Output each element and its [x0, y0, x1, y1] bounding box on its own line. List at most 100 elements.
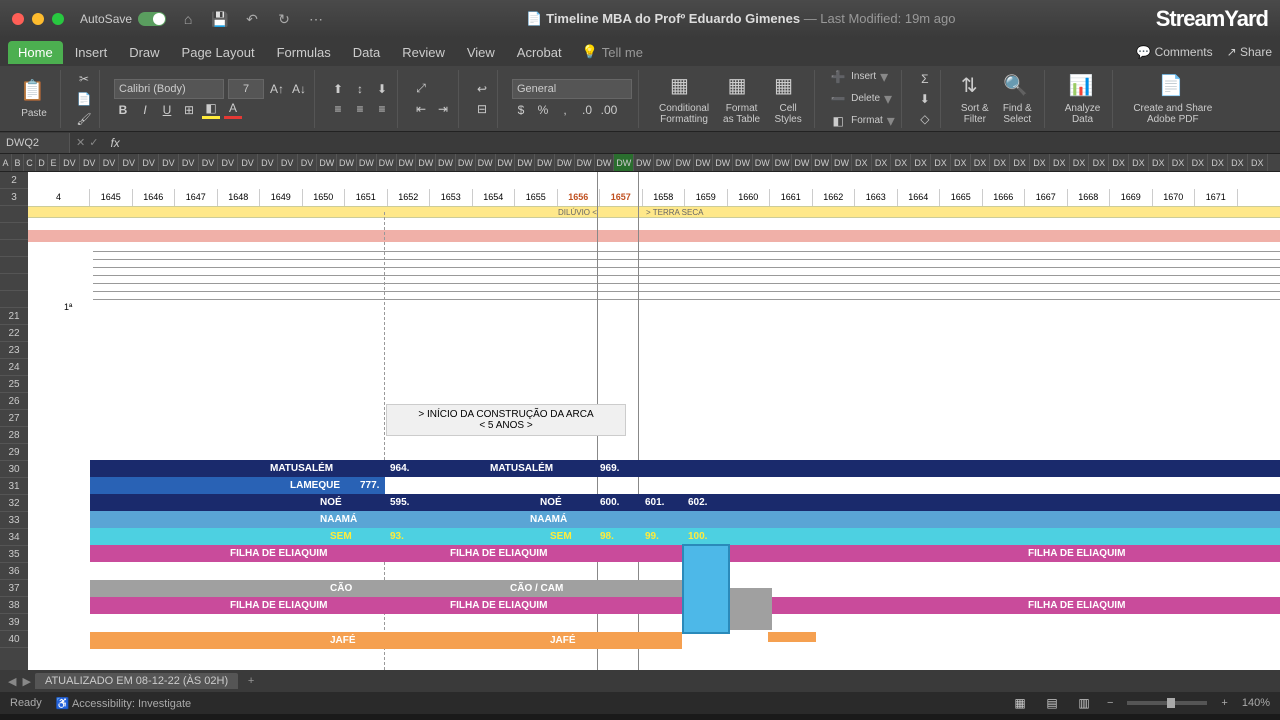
sheet-tab[interactable]: ATUALIZADO EM 08-12-22 (ÀS 02H) [35, 673, 238, 689]
tab-insert[interactable]: Insert [65, 41, 118, 64]
currency-icon[interactable]: $ [512, 101, 530, 119]
autosum-icon[interactable]: Σ [916, 70, 934, 88]
fill-icon[interactable]: ⬇ [916, 90, 934, 108]
cut-icon[interactable]: ✂ [75, 70, 93, 88]
merge-icon[interactable]: ⊟ [473, 100, 491, 118]
create-pdf[interactable]: 📄 Create and Share Adobe PDF [1127, 71, 1218, 127]
zoom-slider[interactable] [1127, 701, 1207, 705]
tab-data[interactable]: Data [343, 41, 390, 64]
sem-val3: 99. [645, 531, 659, 542]
accept-formula-icon[interactable]: ✓ [89, 136, 98, 149]
tab-draw[interactable]: Draw [119, 41, 169, 64]
insert-icon: ➕ [829, 68, 847, 86]
zoom-out-button[interactable]: − [1107, 697, 1113, 709]
format-as-table[interactable]: ▦ Format as Table [717, 71, 766, 127]
align-right-icon[interactable]: ≡ [373, 100, 391, 118]
increase-font-icon[interactable]: A↑ [268, 80, 286, 98]
column-headers[interactable]: ABCDEDVDVDVDVDVDVDVDVDVDVDVDVDVDWDWDWDWD… [0, 154, 1280, 172]
matusalem-label2: MATUSALÉM [490, 463, 553, 474]
sem-val2: 98. [600, 531, 614, 542]
home-icon[interactable]: ⌂ [178, 9, 198, 29]
jafe-label: JAFÉ [330, 635, 356, 646]
decrease-font-icon[interactable]: A↓ [290, 80, 308, 98]
add-sheet-button[interactable]: + [242, 672, 260, 690]
copy-icon[interactable]: 📄 [75, 90, 93, 108]
zoom-in-button[interactable]: + [1221, 697, 1227, 709]
bold-icon[interactable]: B [114, 101, 132, 119]
align-bottom-icon[interactable]: ⬇ [373, 80, 391, 98]
delete-menu[interactable]: ➖Delete▾ [829, 89, 895, 109]
tab-layout[interactable]: Page Layout [172, 41, 265, 64]
sem-val1: 93. [390, 531, 404, 542]
redo-icon[interactable]: ↻ [274, 9, 294, 29]
view-normal-icon[interactable]: ▦ [1011, 694, 1029, 712]
format-menu[interactable]: ◧Format▾ [829, 111, 895, 131]
conditional-formatting[interactable]: ▦ Conditional Formatting [653, 71, 715, 127]
zoom-level[interactable]: 140% [1242, 697, 1270, 709]
number-format[interactable] [512, 79, 632, 99]
sort-filter[interactable]: ⇅ Sort & Filter [955, 71, 995, 127]
name-box[interactable]: DWQ2 [0, 133, 70, 153]
tab-acrobat[interactable]: Acrobat [507, 41, 572, 64]
align-center-icon[interactable]: ≡ [351, 100, 369, 118]
more-icon[interactable]: ⋯ [306, 9, 326, 29]
insert-menu[interactable]: ➕Insert▾ [829, 67, 895, 87]
analyze-data[interactable]: 📊 Analyze Data [1059, 71, 1107, 127]
cell-styles[interactable]: ▦ Cell Styles [768, 71, 808, 127]
tab-home[interactable]: Home [8, 41, 63, 64]
underline-icon[interactable]: U [158, 101, 176, 119]
status-ready: Ready [10, 697, 42, 709]
naama-label: NAAMÁ [320, 514, 357, 525]
arca-annotation: > INÍCIO DA CONSTRUÇÃO DA ARCA < 5 ANOS … [386, 404, 626, 436]
italic-icon[interactable]: I [136, 101, 154, 119]
percent-icon[interactable]: % [534, 101, 552, 119]
comma-icon[interactable]: , [556, 101, 574, 119]
minimize-window[interactable] [32, 13, 44, 25]
noe-label2: NOÉ [540, 497, 562, 508]
lameque-val: 777. [360, 480, 379, 491]
close-window[interactable] [12, 13, 24, 25]
font-select[interactable] [114, 79, 224, 99]
border-icon[interactable]: ⊞ [180, 101, 198, 119]
tell-me[interactable]: 💡 Tell me [582, 44, 643, 60]
bulb-icon: 💡 [582, 44, 598, 60]
paste-button[interactable]: 📋 Paste [14, 76, 54, 121]
clear-icon[interactable]: ◇ [916, 110, 934, 128]
maximize-window[interactable] [52, 13, 64, 25]
delete-icon: ➖ [829, 90, 847, 108]
font-color-icon[interactable]: A [224, 101, 242, 119]
orientation-icon[interactable]: ⤢ [412, 80, 430, 98]
row-headers[interactable]: 2321222324252627282930313233343536373839… [0, 172, 28, 670]
fill-color-icon[interactable]: ◧ [202, 101, 220, 119]
indent-inc-icon[interactable]: ⇥ [434, 100, 452, 118]
tab-view[interactable]: View [457, 41, 505, 64]
accessibility-status[interactable]: ♿ Accessibility: Investigate [56, 697, 191, 710]
filha-label4: FILHA DE ELIAQUIM [230, 600, 327, 611]
sort-icon: ⇅ [961, 73, 989, 101]
undo-icon[interactable]: ↶ [242, 9, 262, 29]
wrap-icon[interactable]: ↩ [473, 80, 491, 98]
cancel-formula-icon[interactable]: ✕ [76, 136, 85, 149]
dec-decimal-icon[interactable]: .00 [600, 101, 618, 119]
noe-val2: 600. [600, 497, 619, 508]
size-select[interactable] [228, 79, 264, 99]
tab-formulas[interactable]: Formulas [267, 41, 341, 64]
inc-decimal-icon[interactable]: .0 [578, 101, 596, 119]
find-select[interactable]: 🔍 Find & Select [997, 71, 1038, 127]
share-button[interactable]: ↗ Share [1227, 45, 1272, 59]
sem-val4: 100. [688, 531, 707, 542]
spreadsheet-grid[interactable]: 4164516461647164816491650165116521653165… [28, 172, 1280, 670]
tab-review[interactable]: Review [392, 41, 455, 64]
save-icon[interactable]: 💾 [210, 9, 230, 29]
indent-dec-icon[interactable]: ⇤ [412, 100, 430, 118]
format-painter-icon[interactable]: 🖌 [75, 110, 93, 128]
comments-button[interactable]: 💬 Comments [1136, 45, 1212, 59]
align-top-icon[interactable]: ⬆ [329, 80, 347, 98]
next-sheet-icon[interactable]: ▶ [22, 675, 30, 688]
view-layout-icon[interactable]: ▤ [1043, 694, 1061, 712]
prev-sheet-icon[interactable]: ◀ [8, 675, 16, 688]
align-left-icon[interactable]: ≡ [329, 100, 347, 118]
align-middle-icon[interactable]: ↕ [351, 80, 369, 98]
autosave-toggle[interactable] [138, 12, 166, 26]
view-break-icon[interactable]: ▥ [1075, 694, 1093, 712]
